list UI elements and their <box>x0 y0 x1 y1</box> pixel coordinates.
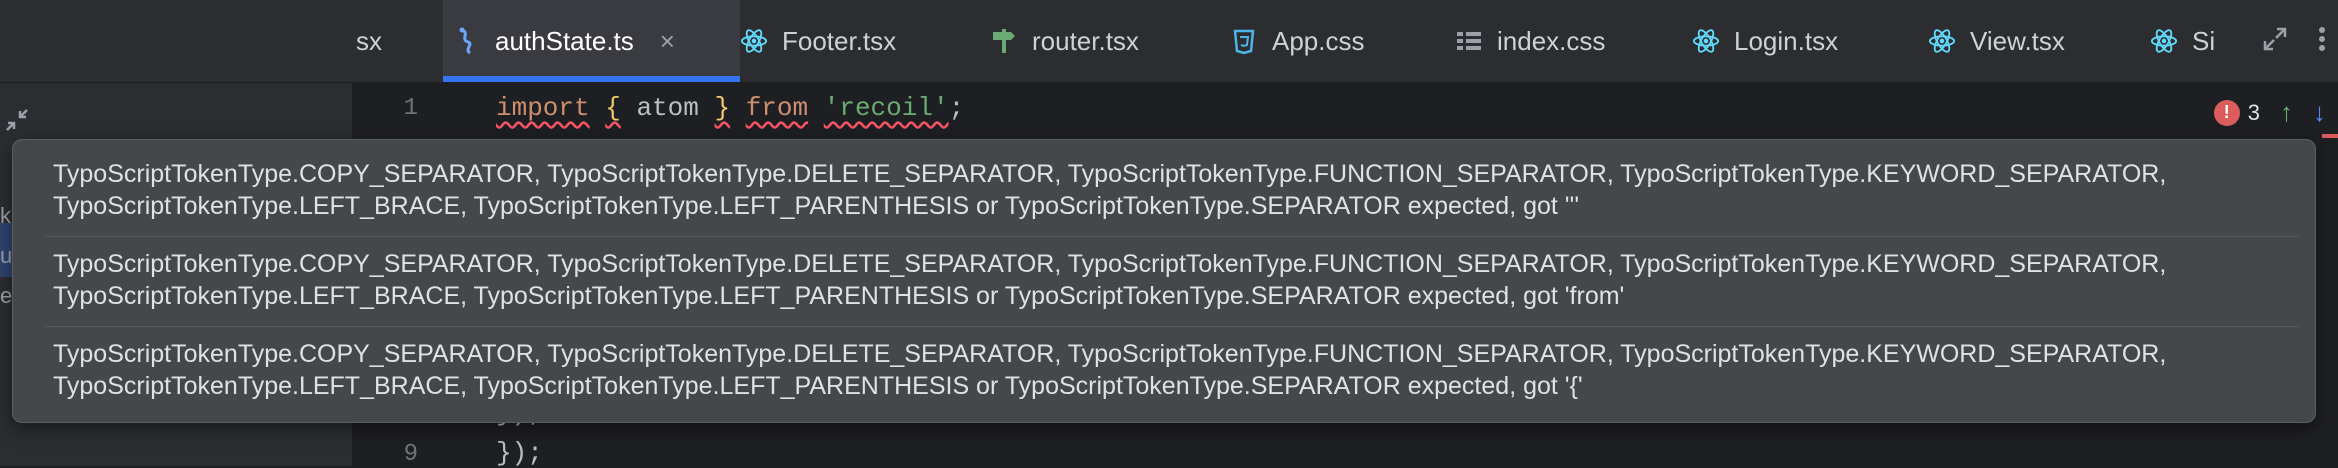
error-message-line: TypoScriptTokenType.LEFT_BRACE, TypoScri… <box>53 372 1583 400</box>
editor-tab-bar: sx authState.ts × Footer.tsx router.tsx … <box>0 0 2338 83</box>
tab-partial-left[interactable]: sx <box>356 0 382 82</box>
semicolon: ; <box>948 93 965 123</box>
more-vertical-icon[interactable] <box>2318 26 2326 57</box>
tab-login[interactable]: Login.tsx <box>1682 0 1848 82</box>
react-icon <box>740 27 768 55</box>
keyword-import: import <box>496 93 590 123</box>
tab-view[interactable]: View.tsx <box>1918 0 2075 82</box>
divider <box>45 236 2299 237</box>
line-number: 1 <box>403 95 418 122</box>
tab-bar-actions <box>2262 0 2338 82</box>
tab-label: Si <box>2192 25 2216 56</box>
previous-highlight-arrow-icon[interactable]: ↑ <box>2280 97 2293 128</box>
error-message: TypoScriptTokenType.COPY_SEPARATOR, Typo… <box>53 338 2293 402</box>
close-tab-icon[interactable]: × <box>660 26 675 57</box>
error-stripe-marker[interactable] <box>2322 134 2338 138</box>
error-message: TypoScriptTokenType.COPY_SEPARATOR, Typo… <box>53 248 2293 312</box>
error-message-line: TypoScriptTokenType.COPY_SEPARATOR, Typo… <box>53 250 2167 278</box>
tab-label: authState.ts <box>495 25 634 56</box>
error-message-line: TypoScriptTokenType.LEFT_BRACE, TypoScri… <box>53 192 1580 220</box>
panel-text-fragment: k <box>0 203 11 228</box>
inspection-widget[interactable]: ! 3 ↑ ↓ <box>2213 97 2326 128</box>
error-icon: ! <box>2213 99 2240 126</box>
tab-footer[interactable]: Footer.tsx <box>730 0 906 82</box>
tab-label: index.css <box>1497 25 1606 56</box>
line-number: 9 <box>403 441 418 468</box>
tab-label: App.css <box>1272 25 1365 56</box>
stylesheet-list-icon <box>1455 27 1483 55</box>
error-message-line: TypoScriptTokenType.COPY_SEPARATOR, Typo… <box>53 160 2167 188</box>
tab-app-css[interactable]: App.css <box>1220 0 1375 82</box>
tab-label: View.tsx <box>1970 25 2065 56</box>
tab-partial-right[interactable]: Si <box>2140 0 2225 82</box>
next-highlight-arrow-icon[interactable]: ↓ <box>2313 97 2326 128</box>
error-tooltip-popup: TypoScriptTokenType.COPY_SEPARATOR, Typo… <box>12 139 2316 423</box>
divider <box>45 326 2299 327</box>
typescript-file-icon <box>453 27 481 55</box>
signpost-icon <box>990 27 1018 55</box>
error-count: 3 <box>2247 99 2260 125</box>
error-count-badge[interactable]: ! 3 <box>2213 99 2260 126</box>
error-message-line: TypoScriptTokenType.COPY_SEPARATOR, Typo… <box>53 340 2167 368</box>
collapse-icon[interactable] <box>2 105 32 140</box>
tab-label: Footer.tsx <box>782 25 897 56</box>
tab-label: Login.tsx <box>1734 25 1839 56</box>
expand-icon[interactable] <box>2262 26 2288 57</box>
keyword-from: from <box>745 93 809 123</box>
code-line-1[interactable]: import { atom } from 'recoil'; <box>496 93 964 123</box>
react-icon <box>1928 27 1956 55</box>
error-message: TypoScriptTokenType.COPY_SEPARATOR, Typo… <box>53 158 2293 222</box>
css-icon <box>1230 27 1258 55</box>
brace-open: { <box>605 93 621 123</box>
identifier: atom <box>636 93 699 123</box>
tab-authstate[interactable]: authState.ts × <box>443 0 740 82</box>
code-line-9[interactable]: }); <box>496 438 543 468</box>
react-icon <box>1692 27 1720 55</box>
tab-label: router.tsx <box>1032 25 1139 56</box>
error-message-line: TypoScriptTokenType.LEFT_BRACE, TypoScri… <box>53 282 1625 310</box>
tab-bar-left-spacer <box>0 0 352 82</box>
tab-index-css[interactable]: index.css <box>1445 0 1615 82</box>
string-literal: 'recoil' <box>823 93 949 123</box>
react-icon <box>2150 27 2178 55</box>
brace-close: } <box>714 93 731 123</box>
tab-router[interactable]: router.tsx <box>980 0 1149 82</box>
